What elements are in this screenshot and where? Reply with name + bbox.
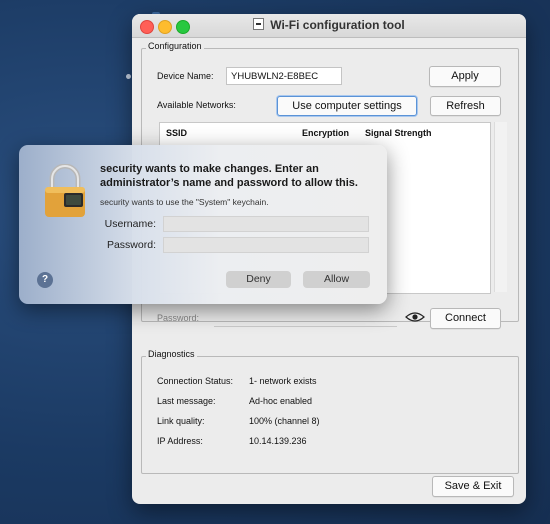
auth-dialog-title: security wants to make changes. Enter an… (100, 163, 358, 189)
last-message-value: Ad-hoc enabled (249, 396, 313, 406)
document-icon (253, 18, 265, 30)
device-name-field[interactable]: YHUBWLN2-E8BEC (226, 67, 342, 85)
deny-button[interactable]: Deny (226, 271, 291, 288)
username-field[interactable] (163, 216, 369, 232)
save-exit-button[interactable]: Save & Exit (432, 476, 514, 497)
available-networks-label: Available Networks: (157, 100, 236, 110)
refresh-button[interactable]: Refresh (430, 96, 501, 116)
network-password-field[interactable] (214, 326, 397, 327)
link-quality-value: 100% (channel 8) (249, 416, 320, 426)
allow-button[interactable]: Allow (303, 271, 370, 288)
column-header-encryption[interactable]: Encryption (302, 128, 349, 138)
ip-address-label: IP Address: (157, 436, 203, 446)
connection-status-label: Connection Status: (157, 376, 234, 386)
window-title-area: Wi-Fi configuration tool (132, 18, 526, 32)
column-header-signal-strength[interactable]: Signal Strength (365, 128, 432, 138)
title-bar[interactable]: Wi-Fi configuration tool (132, 14, 526, 38)
last-message-label: Last message: (157, 396, 216, 406)
ip-address-value: 10.14.139.236 (249, 436, 307, 446)
lock-icon (45, 164, 85, 217)
configuration-legend: Configuration (146, 41, 204, 51)
link-quality-label: Link quality: (157, 416, 205, 426)
device-name-label: Device Name: (157, 71, 214, 81)
connect-button[interactable]: Connect (430, 308, 501, 329)
network-password-label: Password: (157, 313, 200, 323)
diagnostics-group: Diagnostics (141, 349, 519, 474)
auth-dialog-subtitle: security wants to use the "System" keych… (100, 197, 269, 207)
help-button[interactable]: ? (37, 272, 53, 288)
diagnostics-legend: Diagnostics (146, 349, 197, 359)
use-computer-settings-button[interactable]: Use computer settings (277, 96, 417, 116)
desktop-mark (126, 74, 131, 79)
column-header-ssid[interactable]: SSID (166, 128, 187, 138)
password-label: Password: (106, 239, 156, 251)
apply-button[interactable]: Apply (429, 66, 501, 87)
window-title: Wi-Fi configuration tool (270, 18, 405, 32)
eye-icon[interactable] (405, 310, 425, 324)
networks-scrollbar[interactable] (494, 122, 507, 292)
username-label: Username: (104, 218, 156, 230)
password-field[interactable] (163, 237, 369, 253)
connection-status-value: 1- network exists (249, 376, 317, 386)
authorization-dialog: security wants to make changes. Enter an… (19, 145, 387, 304)
